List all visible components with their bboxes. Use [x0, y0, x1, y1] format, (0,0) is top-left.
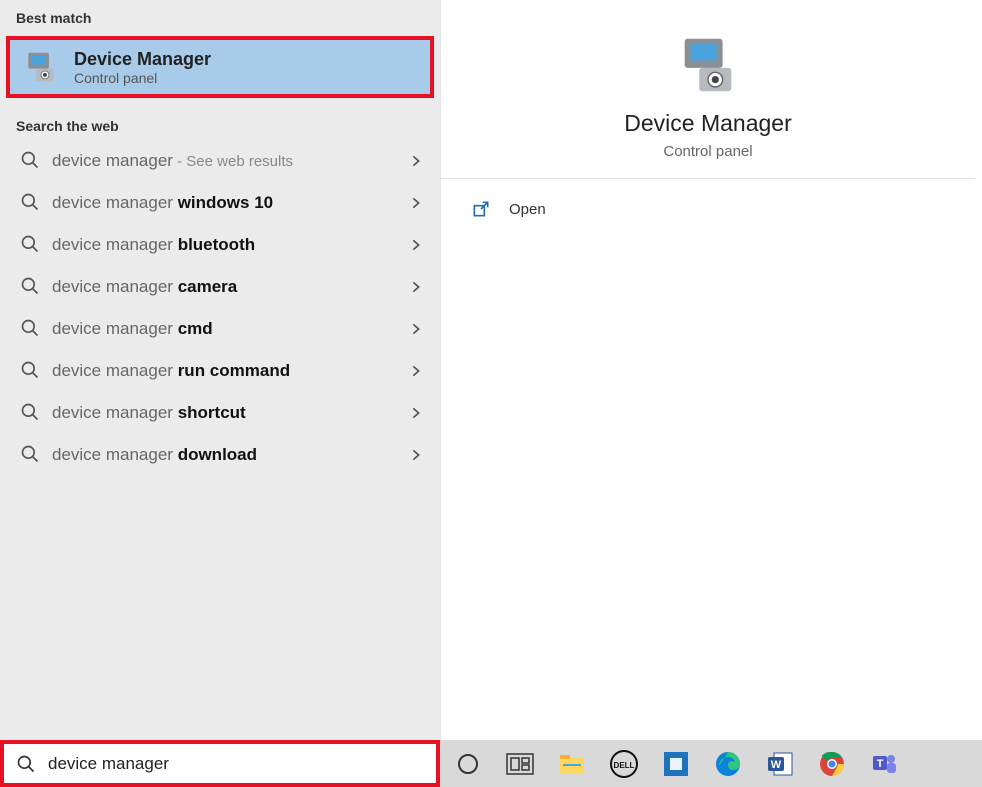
- svg-text:W: W: [771, 759, 782, 771]
- search-web-header: Search the web: [0, 108, 440, 140]
- web-result-text: device manager camera: [52, 277, 408, 297]
- web-result-text: device manager run command: [52, 361, 408, 381]
- cortana-icon[interactable]: [448, 744, 488, 784]
- device-manager-icon: [22, 48, 60, 86]
- web-result-3[interactable]: device manager camera: [0, 266, 440, 308]
- web-result-text: device manager - See web results: [52, 151, 408, 171]
- edge-icon[interactable]: [708, 744, 748, 784]
- best-match-header: Best match: [0, 0, 440, 32]
- search-box[interactable]: [0, 740, 440, 787]
- search-icon: [20, 318, 42, 340]
- preview-title: Device Manager: [441, 110, 975, 137]
- chevron-right-icon[interactable]: [408, 321, 424, 337]
- web-result-text: device manager windows 10: [52, 193, 408, 213]
- web-results-list: device manager - See web results device m…: [0, 140, 440, 476]
- word-icon[interactable]: W: [760, 744, 800, 784]
- best-match-item[interactable]: Device Manager Control panel: [6, 36, 434, 98]
- web-result-text: device manager download: [52, 445, 408, 465]
- web-result-0[interactable]: device manager - See web results: [0, 140, 440, 182]
- chevron-right-icon[interactable]: [408, 153, 424, 169]
- chevron-right-icon[interactable]: [408, 237, 424, 253]
- app-icon[interactable]: [656, 744, 696, 784]
- web-result-6[interactable]: device manager shortcut: [0, 392, 440, 434]
- svg-text:DELL: DELL: [614, 761, 635, 770]
- search-icon: [20, 402, 42, 424]
- search-input[interactable]: [48, 754, 424, 774]
- best-match-title: Device Manager: [74, 49, 211, 70]
- chevron-right-icon[interactable]: [408, 195, 424, 211]
- preview-subtitle: Control panel: [441, 143, 975, 160]
- dell-icon[interactable]: DELL: [604, 744, 644, 784]
- search-icon: [20, 276, 42, 298]
- search-icon: [20, 234, 42, 256]
- chevron-right-icon[interactable]: [408, 405, 424, 421]
- open-label: Open: [509, 201, 546, 218]
- best-match-subtitle: Control panel: [74, 70, 211, 86]
- taskbar: DELL W T: [0, 740, 982, 787]
- web-result-text: device manager shortcut: [52, 403, 408, 423]
- preview-header: Device Manager Control panel: [441, 0, 975, 179]
- chevron-right-icon[interactable]: [408, 279, 424, 295]
- web-result-text: device manager bluetooth: [52, 235, 408, 255]
- web-result-2[interactable]: device manager bluetooth: [0, 224, 440, 266]
- file-explorer-icon[interactable]: [552, 744, 592, 784]
- web-result-5[interactable]: device manager run command: [0, 350, 440, 392]
- svg-text:T: T: [877, 758, 884, 770]
- search-icon: [20, 192, 42, 214]
- web-result-text: device manager cmd: [52, 319, 408, 339]
- device-manager-large-icon: [673, 30, 743, 100]
- preview-pane: Device Manager Control panel Open: [440, 0, 975, 740]
- open-icon: [471, 199, 491, 219]
- chevron-right-icon[interactable]: [408, 447, 424, 463]
- teams-icon[interactable]: T: [864, 744, 904, 784]
- web-result-7[interactable]: device manager download: [0, 434, 440, 476]
- web-result-4[interactable]: device manager cmd: [0, 308, 440, 350]
- open-action[interactable]: Open: [441, 179, 975, 239]
- taskview-icon[interactable]: [500, 744, 540, 784]
- search-icon: [20, 444, 42, 466]
- search-results-panel: Best match Device Manager Control panel …: [0, 0, 440, 740]
- search-icon: [20, 360, 42, 382]
- search-icon: [16, 754, 36, 774]
- web-result-1[interactable]: device manager windows 10: [0, 182, 440, 224]
- search-icon: [20, 150, 42, 172]
- taskbar-icons: DELL W T: [440, 744, 982, 784]
- chevron-right-icon[interactable]: [408, 363, 424, 379]
- chrome-icon[interactable]: [812, 744, 852, 784]
